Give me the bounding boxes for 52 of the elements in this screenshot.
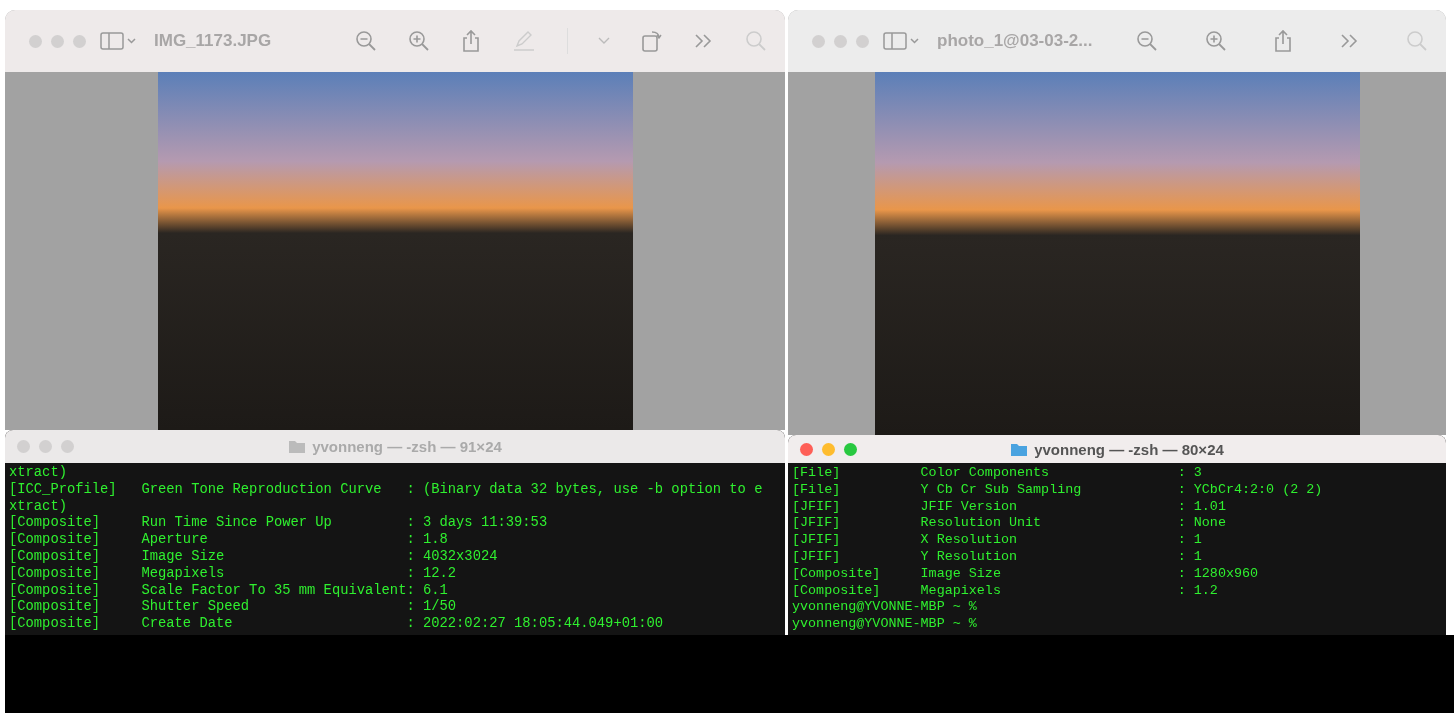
terminal-line: [Composite] Aperture : 1.8: [9, 532, 449, 549]
close-button[interactable]: [812, 34, 825, 48]
zoom-out-icon[interactable]: [355, 30, 378, 52]
terminal-line: [JFIF] X Resolution : 1: [792, 532, 1203, 549]
terminal-line: [JFIF] JFIF Version : 1.01: [792, 498, 1227, 516]
terminal-line: [File] Y Cb Cr Sub Sampling : YCbCr4:2:0 (2 2): [792, 481, 1324, 499]
zoom-out-icon[interactable]: [1136, 30, 1159, 52]
zoom-button[interactable]: [61, 440, 74, 453]
terminal-line: yvonneng@YVONNE-MBP ~ %: [792, 599, 978, 617]
terminal-line: [Composite] Shutter Speed : 1/50: [9, 599, 458, 616]
terminal-line: [Composite] Megapixels : 1.2: [792, 582, 1219, 600]
minimize-button[interactable]: [51, 34, 64, 48]
share-icon[interactable]: [1273, 29, 1294, 53]
window-title: yvonneng — -zsh — 80×24: [1034, 440, 1224, 458]
folder-icon: [288, 439, 307, 454]
terminal-line: [JFIF] Y Resolution : 1: [792, 549, 1203, 566]
minimize-button[interactable]: [822, 442, 835, 456]
chevron-icon[interactable]: [598, 37, 611, 45]
zoom-button[interactable]: [844, 442, 857, 456]
rotate-icon[interactable]: [641, 29, 664, 53]
minimize-button[interactable]: [834, 34, 847, 48]
terminal-line: xtract): [9, 498, 68, 515]
terminal-line: [Composite] Megapixels : 12.2: [9, 565, 458, 583]
sidebar-icon[interactable]: [100, 31, 136, 51]
terminal-line: [Composite] Image Size : 1280x960: [792, 565, 1260, 583]
window-title: yvonneng — -zsh — 91×24: [312, 438, 502, 455]
terminal-line: [Composite] Run Time Since Power Up : 3 days 11:39:53: [9, 515, 549, 532]
window-title: IMG_1173.JPG: [154, 31, 272, 51]
zoom-button[interactable]: [856, 34, 869, 48]
zoom-in-icon[interactable]: [408, 30, 431, 52]
close-button[interactable]: [800, 442, 813, 456]
terminal-line: [File] Color Components : 3: [792, 465, 1203, 482]
close-button[interactable]: [17, 440, 30, 453]
terminal-line: [Composite] Image Size : 4032x3024: [9, 549, 499, 566]
terminal-line: xtract): [9, 465, 68, 482]
minimize-button[interactable]: [39, 440, 52, 453]
terminal-line: [JFIF] Resolution Unit : None: [792, 515, 1227, 533]
window-title: photo_1@03-03-2...: [937, 31, 1093, 51]
terminal-line: [Composite] Scale Factor To 35 mm Equivalent: 6.1: [9, 582, 449, 599]
sidebar-icon[interactable]: [883, 31, 919, 51]
share-icon[interactable]: [460, 29, 481, 53]
zoom-button[interactable]: [73, 34, 86, 48]
terminal-line: [Composite] Create Date : 2022:02:27 18:05:44.049+01:00: [9, 616, 665, 633]
folder-icon: [1010, 441, 1029, 457]
pencil-icon[interactable]: [511, 30, 536, 52]
search-icon[interactable]: [1405, 30, 1428, 52]
search-icon[interactable]: [744, 30, 767, 52]
more-icon[interactable]: [1339, 33, 1360, 49]
zoom-in-icon[interactable]: [1204, 30, 1227, 52]
terminal-line: [ICC_Profile] Green Tone Reproduction Curve : (Binary data 32 bytes, use -b option to e: [9, 481, 764, 499]
close-button[interactable]: [29, 34, 42, 48]
terminal-line: yvonneng@YVONNE-MBP ~ %: [792, 616, 978, 633]
